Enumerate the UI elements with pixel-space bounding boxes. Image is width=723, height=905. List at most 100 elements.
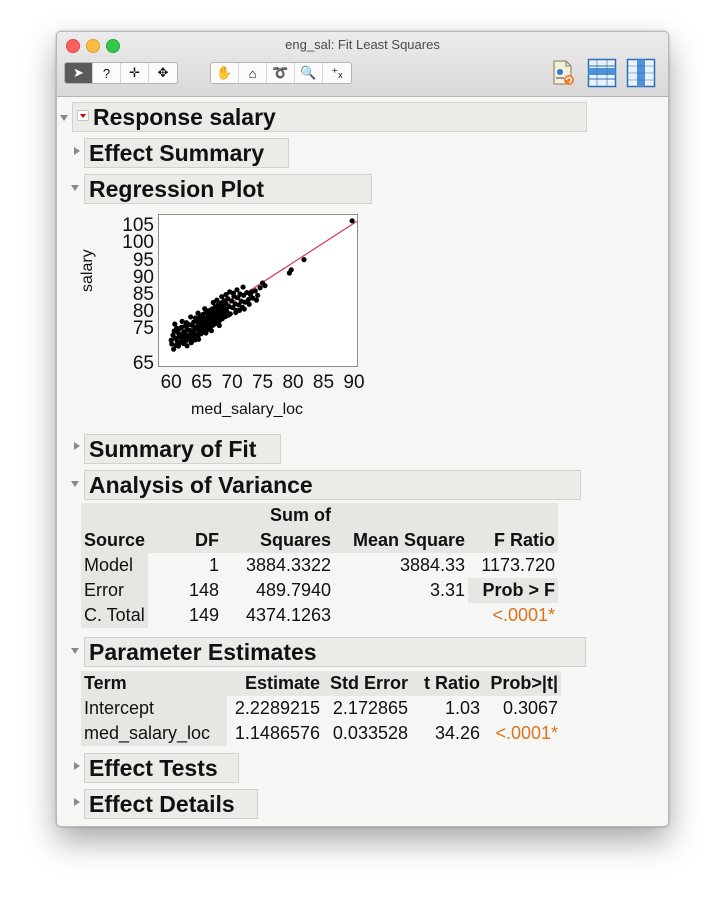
table-rows-icon[interactable] <box>587 58 617 88</box>
regression-plot-header[interactable]: Regression Plot <box>84 174 372 204</box>
scatter-point[interactable] <box>249 289 255 295</box>
y-tick-label: 95 <box>132 249 154 271</box>
scatter-point[interactable] <box>192 315 199 321</box>
crosshair-icon[interactable]: ✛ <box>121 63 149 83</box>
parameter-estimates-table: Term Estimate Std Error t Ratio Prob>|t|… <box>81 671 561 746</box>
effect-summary-disclosure-icon[interactable] <box>74 147 80 155</box>
param-header-t: t Ratio <box>411 671 483 696</box>
effect-details-header[interactable]: Effect Details <box>84 789 258 819</box>
scatter-point[interactable] <box>241 306 247 312</box>
anova-source-cell: Model <box>81 553 149 578</box>
anova-disclosure-icon[interactable] <box>71 481 79 487</box>
anova-ms-cell: 3884.33 <box>399 555 466 575</box>
response-outline-header[interactable]: Response salary <box>72 102 587 132</box>
scatter-point[interactable] <box>257 285 263 291</box>
y-tick-label: 90 <box>132 266 154 288</box>
anova-source-cell: Error <box>81 578 149 603</box>
script-icon[interactable] <box>548 58 578 88</box>
scatter-point[interactable] <box>184 337 190 343</box>
scatter-point[interactable] <box>216 322 222 329</box>
scatter-point[interactable] <box>188 314 194 320</box>
scatter-point[interactable] <box>255 292 261 298</box>
help-question-icon[interactable]: ? <box>93 63 121 83</box>
anova-header-f: F Ratio <box>468 528 559 553</box>
scatter-point[interactable] <box>301 257 307 263</box>
y-tick-label: 105 <box>122 215 154 237</box>
scatter-point[interactable] <box>230 290 236 296</box>
tool-group-interaction: ✋ ⌂ ➰ 🔍 ⁺ₓ <box>210 62 352 84</box>
brush-icon[interactable]: ⌂ <box>239 63 267 83</box>
y-axis-label: salary <box>79 249 96 292</box>
magnifier-icon[interactable]: 🔍 <box>295 63 323 83</box>
scatter-point[interactable] <box>172 321 178 327</box>
scatter-point[interactable] <box>196 336 202 342</box>
y-tick-label: 65 <box>132 352 154 374</box>
effect-tests-header[interactable]: Effect Tests <box>84 753 239 783</box>
param-header-estimate: Estimate <box>227 671 323 696</box>
response-title: Response salary <box>93 104 276 130</box>
scatter-point[interactable] <box>204 309 210 315</box>
scatter-point[interactable] <box>184 343 190 349</box>
annotate-icon[interactable]: ⁺ₓ <box>323 63 351 83</box>
scatter-point[interactable] <box>208 328 214 334</box>
scatter-point[interactable] <box>253 297 260 303</box>
regression-scatter-plot[interactable] <box>159 215 358 366</box>
table-row: med_salary_loc 1.1486576 0.033528 34.26 … <box>81 721 561 746</box>
table-row: Error 148 489.7940 3.31 Prob > F <box>81 578 559 603</box>
title-bar: eng_sal: Fit Least Squares ➤ ? ✛ ✥ ✋ ⌂ ➰… <box>57 32 668 97</box>
lasso-icon[interactable]: ➰ <box>267 63 295 83</box>
tool-group-selection: ➤ ? ✛ ✥ <box>64 62 178 84</box>
summary-of-fit-header[interactable]: Summary of Fit <box>84 434 281 464</box>
summary-of-fit-disclosure-icon[interactable] <box>74 442 80 450</box>
scatter-point[interactable] <box>195 310 201 316</box>
regression-plot-disclosure-icon[interactable] <box>71 185 79 191</box>
scatter-point[interactable] <box>349 218 355 224</box>
scatter-point[interactable] <box>203 330 209 336</box>
anova-header-ss: Squares <box>222 528 335 553</box>
table-columns-icon[interactable] <box>626 58 656 88</box>
anova-header-source: Source <box>81 528 149 553</box>
regression-plot-frame[interactable] <box>158 214 358 367</box>
anova-prob-f-value: <.0001* <box>492 605 556 625</box>
parameter-estimates-header[interactable]: Parameter Estimates <box>84 637 586 667</box>
scatter-point[interactable] <box>225 312 232 318</box>
red-triangle-menu-icon[interactable] <box>77 110 89 122</box>
scatter-point[interactable] <box>246 301 252 307</box>
effect-summary-header[interactable]: Effect Summary <box>84 138 289 168</box>
anova-header-df: DF <box>148 528 223 553</box>
outline-disclosure-open-icon[interactable] <box>60 115 68 121</box>
anova-df-cell: 1 <box>209 555 220 575</box>
grabber-hand-icon[interactable]: ✋ <box>211 63 239 83</box>
param-term-cell: med_salary_loc <box>81 721 227 746</box>
param-stderr-cell: 0.033528 <box>332 723 408 743</box>
anova-ss-cell: 4374.1263 <box>245 605 332 625</box>
scatter-point[interactable] <box>262 283 268 289</box>
param-estimate-cell: 1.1486576 <box>234 723 320 743</box>
anova-df-cell: 149 <box>188 605 220 625</box>
effect-details-disclosure-icon[interactable] <box>74 798 80 806</box>
scatter-point[interactable] <box>183 320 190 326</box>
scatter-point[interactable] <box>214 297 220 303</box>
report-content: Response salary Effect Summary Regressio… <box>57 97 668 826</box>
y-tick-label: 100 <box>122 232 154 254</box>
param-header-p: Prob>|t| <box>483 671 561 696</box>
scatter-point[interactable] <box>240 284 246 290</box>
move-arrows-icon[interactable]: ✥ <box>149 63 177 83</box>
scatter-point[interactable] <box>189 335 195 342</box>
y-tick-label: 75 <box>132 318 154 340</box>
anova-ss-cell: 3884.3322 <box>245 555 332 575</box>
arrow-pointer-icon[interactable]: ➤ <box>65 63 93 83</box>
effect-tests-disclosure-icon[interactable] <box>74 762 80 770</box>
anova-df-cell: 148 <box>188 580 220 600</box>
parameter-estimates-disclosure-icon[interactable] <box>71 648 79 654</box>
scatter-point[interactable] <box>223 292 229 298</box>
y-tick-label: 85 <box>132 283 154 305</box>
param-p-cell: <.0001* <box>495 723 558 743</box>
anova-header[interactable]: Analysis of Variance <box>84 470 581 500</box>
table-row: C. Total 149 4374.1263 <.0001* <box>81 603 558 628</box>
anova-header-ms: Mean Square <box>334 528 469 553</box>
scatter-point[interactable] <box>175 342 181 348</box>
anova-f-cell: 1173.720 <box>481 555 556 575</box>
scatter-point[interactable] <box>288 267 294 273</box>
scatter-point[interactable] <box>236 307 243 314</box>
